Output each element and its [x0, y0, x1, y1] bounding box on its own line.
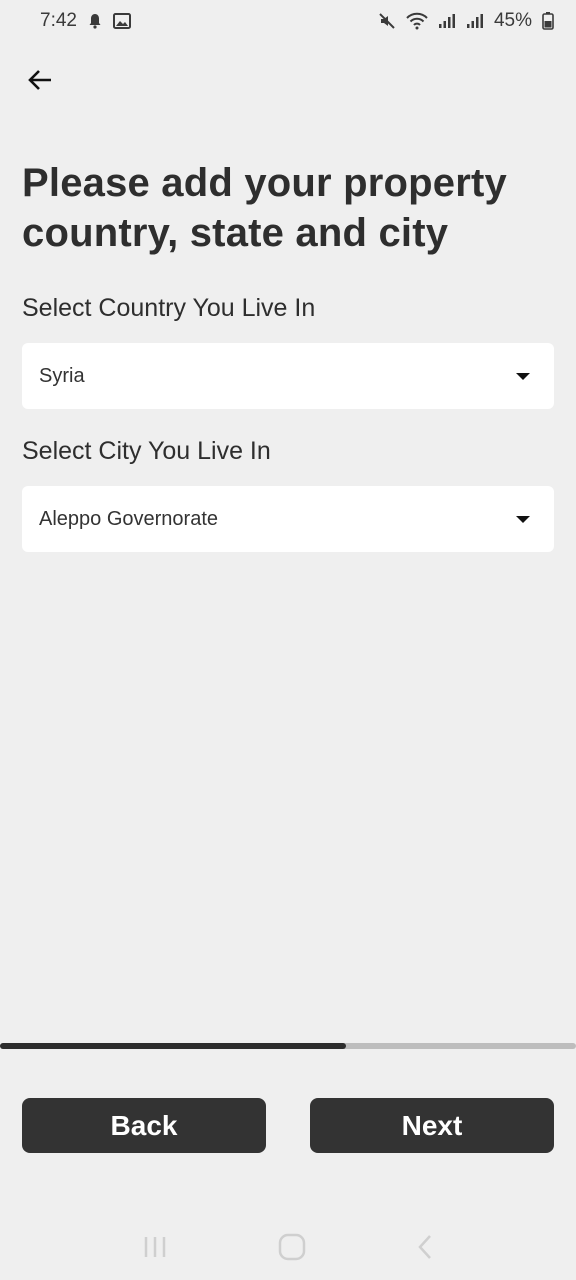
dropdown-caret-icon — [516, 515, 530, 523]
system-nav-bar — [0, 1218, 576, 1280]
mute-icon — [378, 12, 396, 30]
signal-icon — [438, 13, 456, 29]
country-select[interactable]: Syria — [22, 343, 554, 409]
status-bar-right: 45% — [378, 10, 554, 32]
status-bar-left: 7:42 — [40, 10, 131, 32]
country-select-value: Syria — [39, 364, 85, 387]
dropdown-caret-icon — [516, 372, 530, 380]
image-icon — [112, 13, 131, 29]
notification-bell-icon — [87, 13, 103, 29]
status-time: 7:42 — [40, 10, 77, 31]
city-select[interactable]: Aleppo Governorate — [22, 486, 554, 552]
home-icon[interactable] — [278, 1233, 306, 1266]
next-button[interactable]: Next — [310, 1098, 554, 1153]
battery-icon — [542, 12, 554, 30]
back-arrow-icon[interactable] — [20, 60, 60, 100]
recents-icon[interactable] — [142, 1235, 168, 1264]
progress-fill — [0, 1043, 346, 1049]
progress-bar — [0, 1043, 576, 1049]
back-nav-icon[interactable] — [416, 1234, 434, 1265]
city-label: Select City You Live In — [22, 437, 271, 465]
country-label: Select Country You Live In — [22, 294, 316, 322]
back-button[interactable]: Back — [22, 1098, 266, 1153]
signal-icon — [466, 13, 484, 29]
page-title: Please add your property country, state … — [22, 161, 507, 255]
battery-percent: 45% — [493, 10, 532, 31]
city-select-value: Aleppo Governorate — [39, 507, 219, 530]
status-bar: 7:42 45% — [0, 0, 576, 42]
wifi-icon — [406, 12, 428, 30]
